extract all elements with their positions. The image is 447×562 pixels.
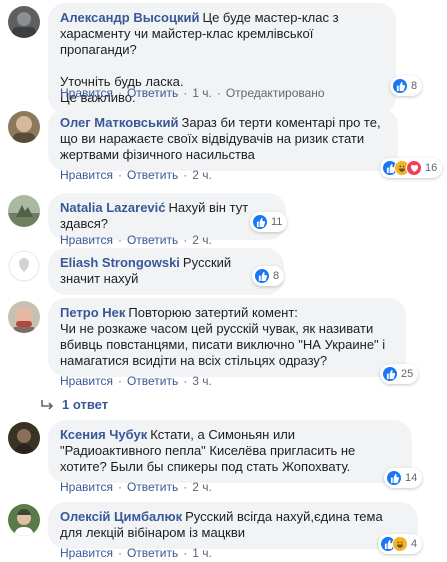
reaction-count: 16 (425, 162, 438, 174)
author-name[interactable]: Олексій Цимбалюк (60, 509, 182, 524)
comment-actions: Нравится · Ответить · 2 ч. (60, 480, 212, 494)
like-link[interactable]: Нравится (60, 233, 113, 247)
replies-count-text: 1 ответ (62, 397, 109, 412)
timestamp[interactable]: 2 ч. (192, 168, 212, 182)
comment: Eliash Strongowski Русский значит нахуй 8 (8, 246, 438, 295)
reaction-count: 14 (405, 472, 418, 484)
avatar[interactable] (8, 111, 40, 143)
reaction-summary[interactable]: 4 (378, 534, 423, 554)
timestamp[interactable]: 1 ч. (192, 546, 212, 560)
avatar[interactable] (8, 504, 40, 536)
comment: Александр Высоцкий Це буде мастер-клас з … (8, 0, 438, 114)
reaction-count: 25 (401, 368, 414, 380)
reaction-summary[interactable]: 14 (384, 468, 423, 488)
avatar[interactable] (8, 250, 40, 282)
like-reaction-icon (392, 78, 408, 94)
author-name[interactable]: Олег Матковський (60, 115, 179, 130)
author-name[interactable]: Eliash Strongowski (60, 255, 180, 270)
like-link[interactable]: Нравится (60, 546, 113, 560)
timestamp[interactable]: 3 ч. (192, 374, 212, 388)
reaction-summary[interactable]: 8 (390, 76, 423, 96)
comment: Олег Матковський Зараз би терти коментарі… (8, 107, 443, 182)
comment-bubble: Петро Нек Повторюю затертий комент: Чи не… (48, 298, 406, 377)
timestamp[interactable]: 1 ч. (192, 86, 212, 100)
like-link[interactable]: Нравится (60, 374, 113, 388)
avatar[interactable] (8, 422, 40, 454)
reply-link[interactable]: Ответить (127, 86, 178, 100)
reply-link[interactable]: Ответить (127, 374, 178, 388)
reply-link[interactable]: Ответить (127, 480, 178, 494)
timestamp[interactable]: 2 ч. (192, 480, 212, 494)
reply-arrow-icon (41, 399, 54, 410)
reaction-count: 4 (411, 538, 418, 550)
reaction-summary[interactable]: 11 (250, 212, 288, 232)
author-name[interactable]: Александр Высоцкий (60, 10, 199, 25)
reply-link[interactable]: Ответить (127, 546, 178, 560)
reply-link[interactable]: Ответить (127, 168, 178, 182)
comment-actions: Нравится · Ответить · 2 ч. (60, 233, 212, 247)
edited-label[interactable]: Отредактировано (226, 86, 325, 100)
view-replies-link[interactable]: 1 ответ (40, 397, 108, 412)
haha-reaction-icon (392, 536, 408, 552)
love-reaction-icon (406, 160, 422, 176)
comment-actions: Нравится · Ответить · 3 ч. (60, 374, 212, 388)
like-reaction-icon (252, 214, 268, 230)
reply-link[interactable]: Ответить (127, 233, 178, 247)
avatar[interactable] (8, 301, 40, 333)
reaction-summary[interactable]: 25 (380, 364, 419, 384)
comment-bubble: Ксения Чубук Кстати, а Симоньян или "Ради… (48, 420, 412, 483)
avatar[interactable] (8, 6, 40, 38)
comment-actions: Нравится · Ответить · 1 ч. (60, 546, 212, 560)
reaction-summary[interactable]: 8 (252, 266, 285, 286)
like-reaction-icon (254, 268, 270, 284)
reaction-count: 8 (273, 270, 280, 282)
timestamp[interactable]: 2 ч. (192, 233, 212, 247)
comment-bubble: Олексій Цимбалюк Русский всігда нахуй,єди… (48, 502, 418, 549)
author-name[interactable]: Ксения Чубук (60, 427, 147, 442)
like-link[interactable]: Нравится (60, 86, 113, 100)
comment: Ксения Чубук Кстати, а Симоньян или "Ради… (8, 420, 438, 496)
author-name[interactable]: Natalia Lazarević (60, 200, 166, 215)
reaction-count: 8 (411, 80, 418, 92)
comment: Петро Нек Повторюю затертий комент: Чи не… (8, 297, 438, 392)
comment: Олексій Цимбалюк Русский всігда нахуй,єди… (8, 500, 438, 562)
comment-actions: Нравится · Ответить · 1 ч. · Отредактировано (60, 86, 325, 100)
reaction-summary[interactable]: 16 (380, 158, 443, 178)
like-link[interactable]: Нравится (60, 480, 113, 494)
author-name[interactable]: Петро Нек (60, 305, 125, 320)
reaction-count: 11 (271, 216, 283, 228)
comment-bubble: Олег Матковський Зараз би терти коментарі… (48, 108, 398, 171)
like-link[interactable]: Нравится (60, 168, 113, 182)
comment-bubble: Eliash Strongowski Русский значит нахуй (48, 248, 284, 295)
avatar[interactable] (8, 195, 40, 227)
like-reaction-icon (382, 366, 398, 382)
like-reaction-icon (386, 470, 402, 486)
comment-actions: Нравится · Ответить · 2 ч. (60, 168, 212, 182)
comment: Natalia Lazarević Нахуй він тут здався? 1… (8, 189, 438, 247)
